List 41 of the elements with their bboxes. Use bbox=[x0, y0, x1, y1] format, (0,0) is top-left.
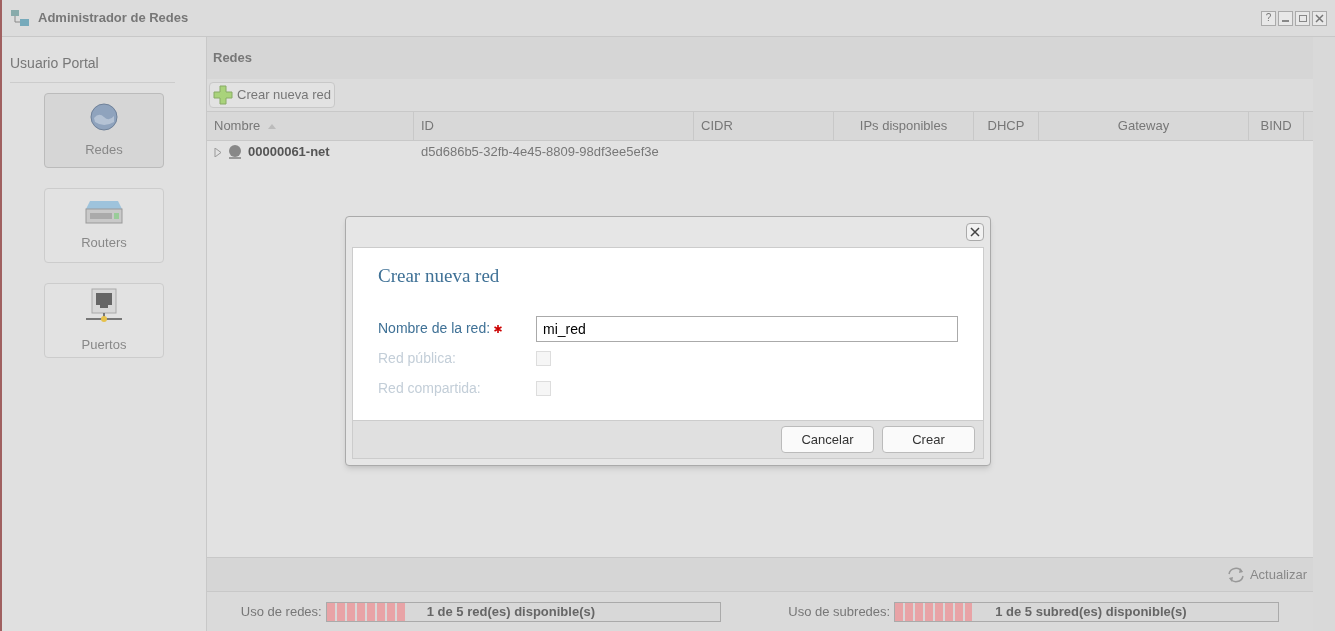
sidebar-title: Usuario Portal bbox=[10, 53, 175, 83]
help-button[interactable]: ? bbox=[1261, 10, 1276, 26]
dialog-button[interactable]: Cancelar bbox=[781, 426, 874, 453]
minimize-icon[interactable] bbox=[1278, 10, 1293, 26]
column-header[interactable]: CIDR bbox=[694, 112, 834, 140]
usage-text: 1 de 5 red(es) disponible(s) bbox=[426, 602, 596, 621]
create-network-button[interactable]: Crear nueva red bbox=[209, 82, 335, 108]
maximize-icon[interactable] bbox=[1295, 10, 1310, 26]
sidebar-item[interactable]: Redes bbox=[44, 93, 164, 168]
switch-icon bbox=[84, 198, 124, 225]
field-label: Red compartida: bbox=[378, 379, 481, 398]
column-header[interactable]: Gateway bbox=[1039, 112, 1249, 140]
column-header[interactable]: IPs disponibles bbox=[834, 112, 974, 140]
sidebar-item[interactable]: Routers bbox=[44, 188, 164, 263]
close-icon[interactable] bbox=[1312, 10, 1327, 26]
panel-title: Redes bbox=[213, 49, 253, 68]
sidebar-item[interactable]: Puertos bbox=[44, 283, 164, 358]
network-app-icon bbox=[10, 9, 30, 27]
globe-icon bbox=[89, 101, 119, 132]
network-name: 00000061-net bbox=[248, 143, 330, 162]
network-id: d5d686b5-32fb-4e45-8809-98df3ee5ef3e bbox=[420, 143, 660, 162]
field-label: Nombre de la red: bbox=[378, 319, 491, 338]
expand-arrow-icon[interactable] bbox=[214, 147, 222, 157]
column-header[interactable]: Nombre bbox=[207, 112, 414, 140]
globe-icon bbox=[226, 144, 244, 160]
refresh-button[interactable]: Actualizar bbox=[1225, 564, 1307, 585]
dialog-button[interactable]: Crear bbox=[882, 426, 975, 453]
usage-label: Uso de redes: bbox=[240, 602, 322, 621]
dialog-title: Crear nueva red bbox=[378, 264, 501, 288]
column-header[interactable]: ID bbox=[414, 112, 694, 140]
field-label: Red pública: bbox=[378, 349, 456, 368]
plus-icon bbox=[213, 85, 233, 105]
network-name-field[interactable]: mi_red bbox=[536, 315, 958, 342]
close-button[interactable] bbox=[966, 223, 984, 241]
window-title: Administrador de Redes bbox=[38, 9, 189, 28]
column-header[interactable]: BIND bbox=[1249, 112, 1304, 140]
usage-label: Uso de subredes: bbox=[788, 602, 891, 621]
usage-text: 1 de 5 subred(es) disponible(s) bbox=[995, 602, 1187, 621]
refresh-icon bbox=[1225, 565, 1246, 584]
close-icon bbox=[970, 227, 980, 237]
column-header[interactable]: DHCP bbox=[974, 112, 1039, 140]
